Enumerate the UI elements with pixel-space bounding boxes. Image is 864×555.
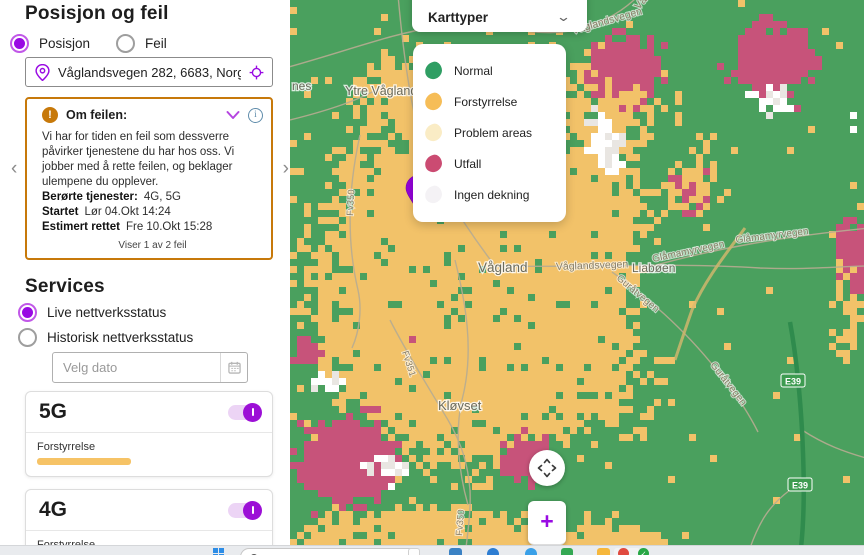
next-fault-button[interactable]: › bbox=[283, 159, 289, 178]
start-button-icon[interactable] bbox=[213, 548, 224, 555]
fault-alert: ! Om feilen: i Vi har for tiden en feil … bbox=[25, 97, 273, 260]
taskbar-app-icon[interactable] bbox=[561, 548, 573, 555]
service-status-label: Forstyrrelse bbox=[37, 441, 259, 453]
zoom-in-button[interactable]: + bbox=[528, 501, 566, 545]
coverage-map-canvas[interactable]: nesYtre VåglandVåglandLiabøenKløvsetVågl… bbox=[290, 0, 864, 555]
toggle-knob bbox=[243, 403, 262, 422]
legend-label: Forstyrrelse bbox=[454, 95, 517, 109]
legend-item: Ingen dekning bbox=[425, 179, 556, 210]
legend-label: Problem areas bbox=[454, 126, 532, 140]
legend-color-blob bbox=[423, 60, 443, 80]
windows-taskbar[interactable]: ✓ bbox=[0, 545, 864, 555]
legend-item: Utfall bbox=[425, 148, 556, 179]
service-toggle[interactable] bbox=[228, 405, 259, 420]
legend-item: Normal bbox=[425, 55, 556, 86]
fault-pagination: Viser 1 av 2 feil bbox=[42, 240, 263, 251]
radio-selected-icon[interactable] bbox=[10, 34, 29, 53]
status-bar bbox=[37, 458, 131, 465]
pan-control[interactable] bbox=[529, 450, 565, 486]
sidebar: Posisjon og feil Posisjon Feil Våglandsve… bbox=[0, 0, 290, 545]
radio-label: Live nettverksstatus bbox=[47, 305, 166, 320]
radio-selected-icon[interactable] bbox=[18, 303, 37, 322]
address-value: Våglandsvegen 282, 6683, Norge bbox=[58, 65, 241, 80]
services-heading: Services bbox=[25, 276, 290, 297]
radio-unselected-icon[interactable] bbox=[18, 328, 37, 347]
mode-radio-option[interactable]: Feil bbox=[116, 34, 167, 53]
map-place-label: Vågland bbox=[478, 260, 528, 275]
taskbar-app-icon[interactable] bbox=[408, 548, 420, 555]
svg-text:E39: E39 bbox=[785, 377, 801, 387]
collapse-chevron-icon[interactable] bbox=[226, 110, 240, 120]
affected-services-value: 4G, 5G bbox=[144, 191, 181, 203]
svg-text:E39: E39 bbox=[792, 481, 808, 491]
affected-services-label: Berørte tjenester: bbox=[42, 191, 138, 203]
mode-radio-group: Posisjon Feil bbox=[10, 34, 290, 53]
chevron-down-icon: ⌄ bbox=[556, 9, 571, 25]
road-badge-e39: E39 bbox=[781, 374, 805, 387]
map-road-label: Fv350 bbox=[454, 509, 467, 536]
taskbar-search-input[interactable] bbox=[240, 548, 418, 555]
legend-label: Utfall bbox=[454, 157, 481, 171]
radio-label: Feil bbox=[145, 36, 167, 51]
pan-arrows-icon bbox=[536, 457, 558, 479]
map-place-label: nes bbox=[292, 79, 311, 93]
service-name: 5G bbox=[39, 400, 67, 424]
legend-item: Forstyrrelse bbox=[425, 86, 556, 117]
road-badge-e39: E39 bbox=[788, 478, 812, 491]
map-place-label: Kløvset bbox=[438, 398, 482, 413]
edge-browser-icon[interactable] bbox=[487, 548, 499, 555]
radio-label: Posisjon bbox=[39, 36, 90, 51]
started-value: Lør 04.Okt 14:24 bbox=[84, 206, 170, 218]
taskbar-app-icon[interactable] bbox=[618, 548, 629, 555]
taskbar-app-icon[interactable] bbox=[449, 548, 462, 555]
network-status-app: nesYtre VåglandVåglandLiabøenKløvsetVågl… bbox=[0, 0, 864, 555]
estimated-fix-value: Fre 10.Okt 15:28 bbox=[126, 221, 212, 233]
map-road-label: Våglandsvegen bbox=[556, 258, 629, 273]
legend-color-blob bbox=[423, 91, 443, 111]
map-place-label: Ytre Vågland bbox=[345, 84, 417, 98]
previous-fault-button[interactable]: ‹ bbox=[11, 159, 17, 178]
service-radio-option[interactable]: Historisk nettverksstatus bbox=[18, 328, 290, 347]
service-radio-option[interactable]: Live nettverksstatus bbox=[18, 303, 290, 322]
locate-crosshair-icon[interactable] bbox=[249, 65, 264, 80]
map-legend: Normal Forstyrrelse Problem areas Utfall Ing… bbox=[413, 44, 566, 222]
service-toggle[interactable] bbox=[228, 503, 259, 518]
legend-label: Normal bbox=[454, 64, 493, 78]
legend-color-blob bbox=[423, 184, 443, 204]
address-input[interactable]: Våglandsvegen 282, 6683, Norge bbox=[25, 57, 273, 87]
map-type-dropdown[interactable]: Karttyper ⌄ bbox=[412, 0, 587, 32]
location-pin-icon bbox=[35, 64, 50, 81]
fault-carousel: ‹ ! Om feilen: i Vi har for tiden en fei… bbox=[0, 97, 290, 260]
warning-icon: ! bbox=[42, 107, 58, 123]
service-name: 4G bbox=[39, 498, 67, 522]
radio-unselected-icon[interactable] bbox=[116, 34, 135, 53]
service-card-5g: 5G Forstyrrelse bbox=[25, 391, 273, 477]
map-road-label: Fv350 bbox=[345, 189, 357, 216]
legend-item: Problem areas bbox=[425, 117, 556, 148]
alert-body-text: Vi har for tiden en feil som dessverre p… bbox=[42, 130, 263, 190]
taskbar-app-icon[interactable] bbox=[525, 548, 537, 555]
alert-title: Om feilen: bbox=[66, 108, 127, 122]
map-type-label: Karttyper bbox=[428, 10, 558, 25]
legend-color-blob bbox=[423, 153, 443, 173]
plus-icon: + bbox=[540, 511, 553, 531]
page-title: Posisjon og feil bbox=[25, 3, 290, 24]
date-placeholder: Velg dato bbox=[53, 353, 220, 382]
started-label: Startet bbox=[42, 206, 78, 218]
legend-color-blob bbox=[423, 122, 443, 142]
date-picker-input[interactable]: Velg dato bbox=[52, 352, 248, 383]
taskbar-shield-check-icon[interactable]: ✓ bbox=[638, 548, 649, 555]
calendar-icon[interactable] bbox=[220, 353, 247, 382]
legend-label: Ingen dekning bbox=[454, 188, 529, 202]
mode-radio-option[interactable]: Posisjon bbox=[10, 34, 90, 53]
toggle-knob bbox=[243, 501, 262, 520]
radio-label: Historisk nettverksstatus bbox=[47, 330, 193, 345]
estimated-fix-label: Estimert rettet bbox=[42, 221, 120, 233]
service-cards: 5G Forstyrrelse 4G Forstyrrelse bbox=[0, 391, 290, 555]
info-icon[interactable]: i bbox=[248, 108, 263, 123]
file-explorer-icon[interactable] bbox=[597, 548, 610, 555]
coverage-map[interactable]: nesYtre VåglandVåglandLiabøenKløvsetVågl… bbox=[290, 0, 864, 555]
service-mode-radio-group: Live nettverksstatus Historisk nettverkss… bbox=[18, 303, 290, 347]
